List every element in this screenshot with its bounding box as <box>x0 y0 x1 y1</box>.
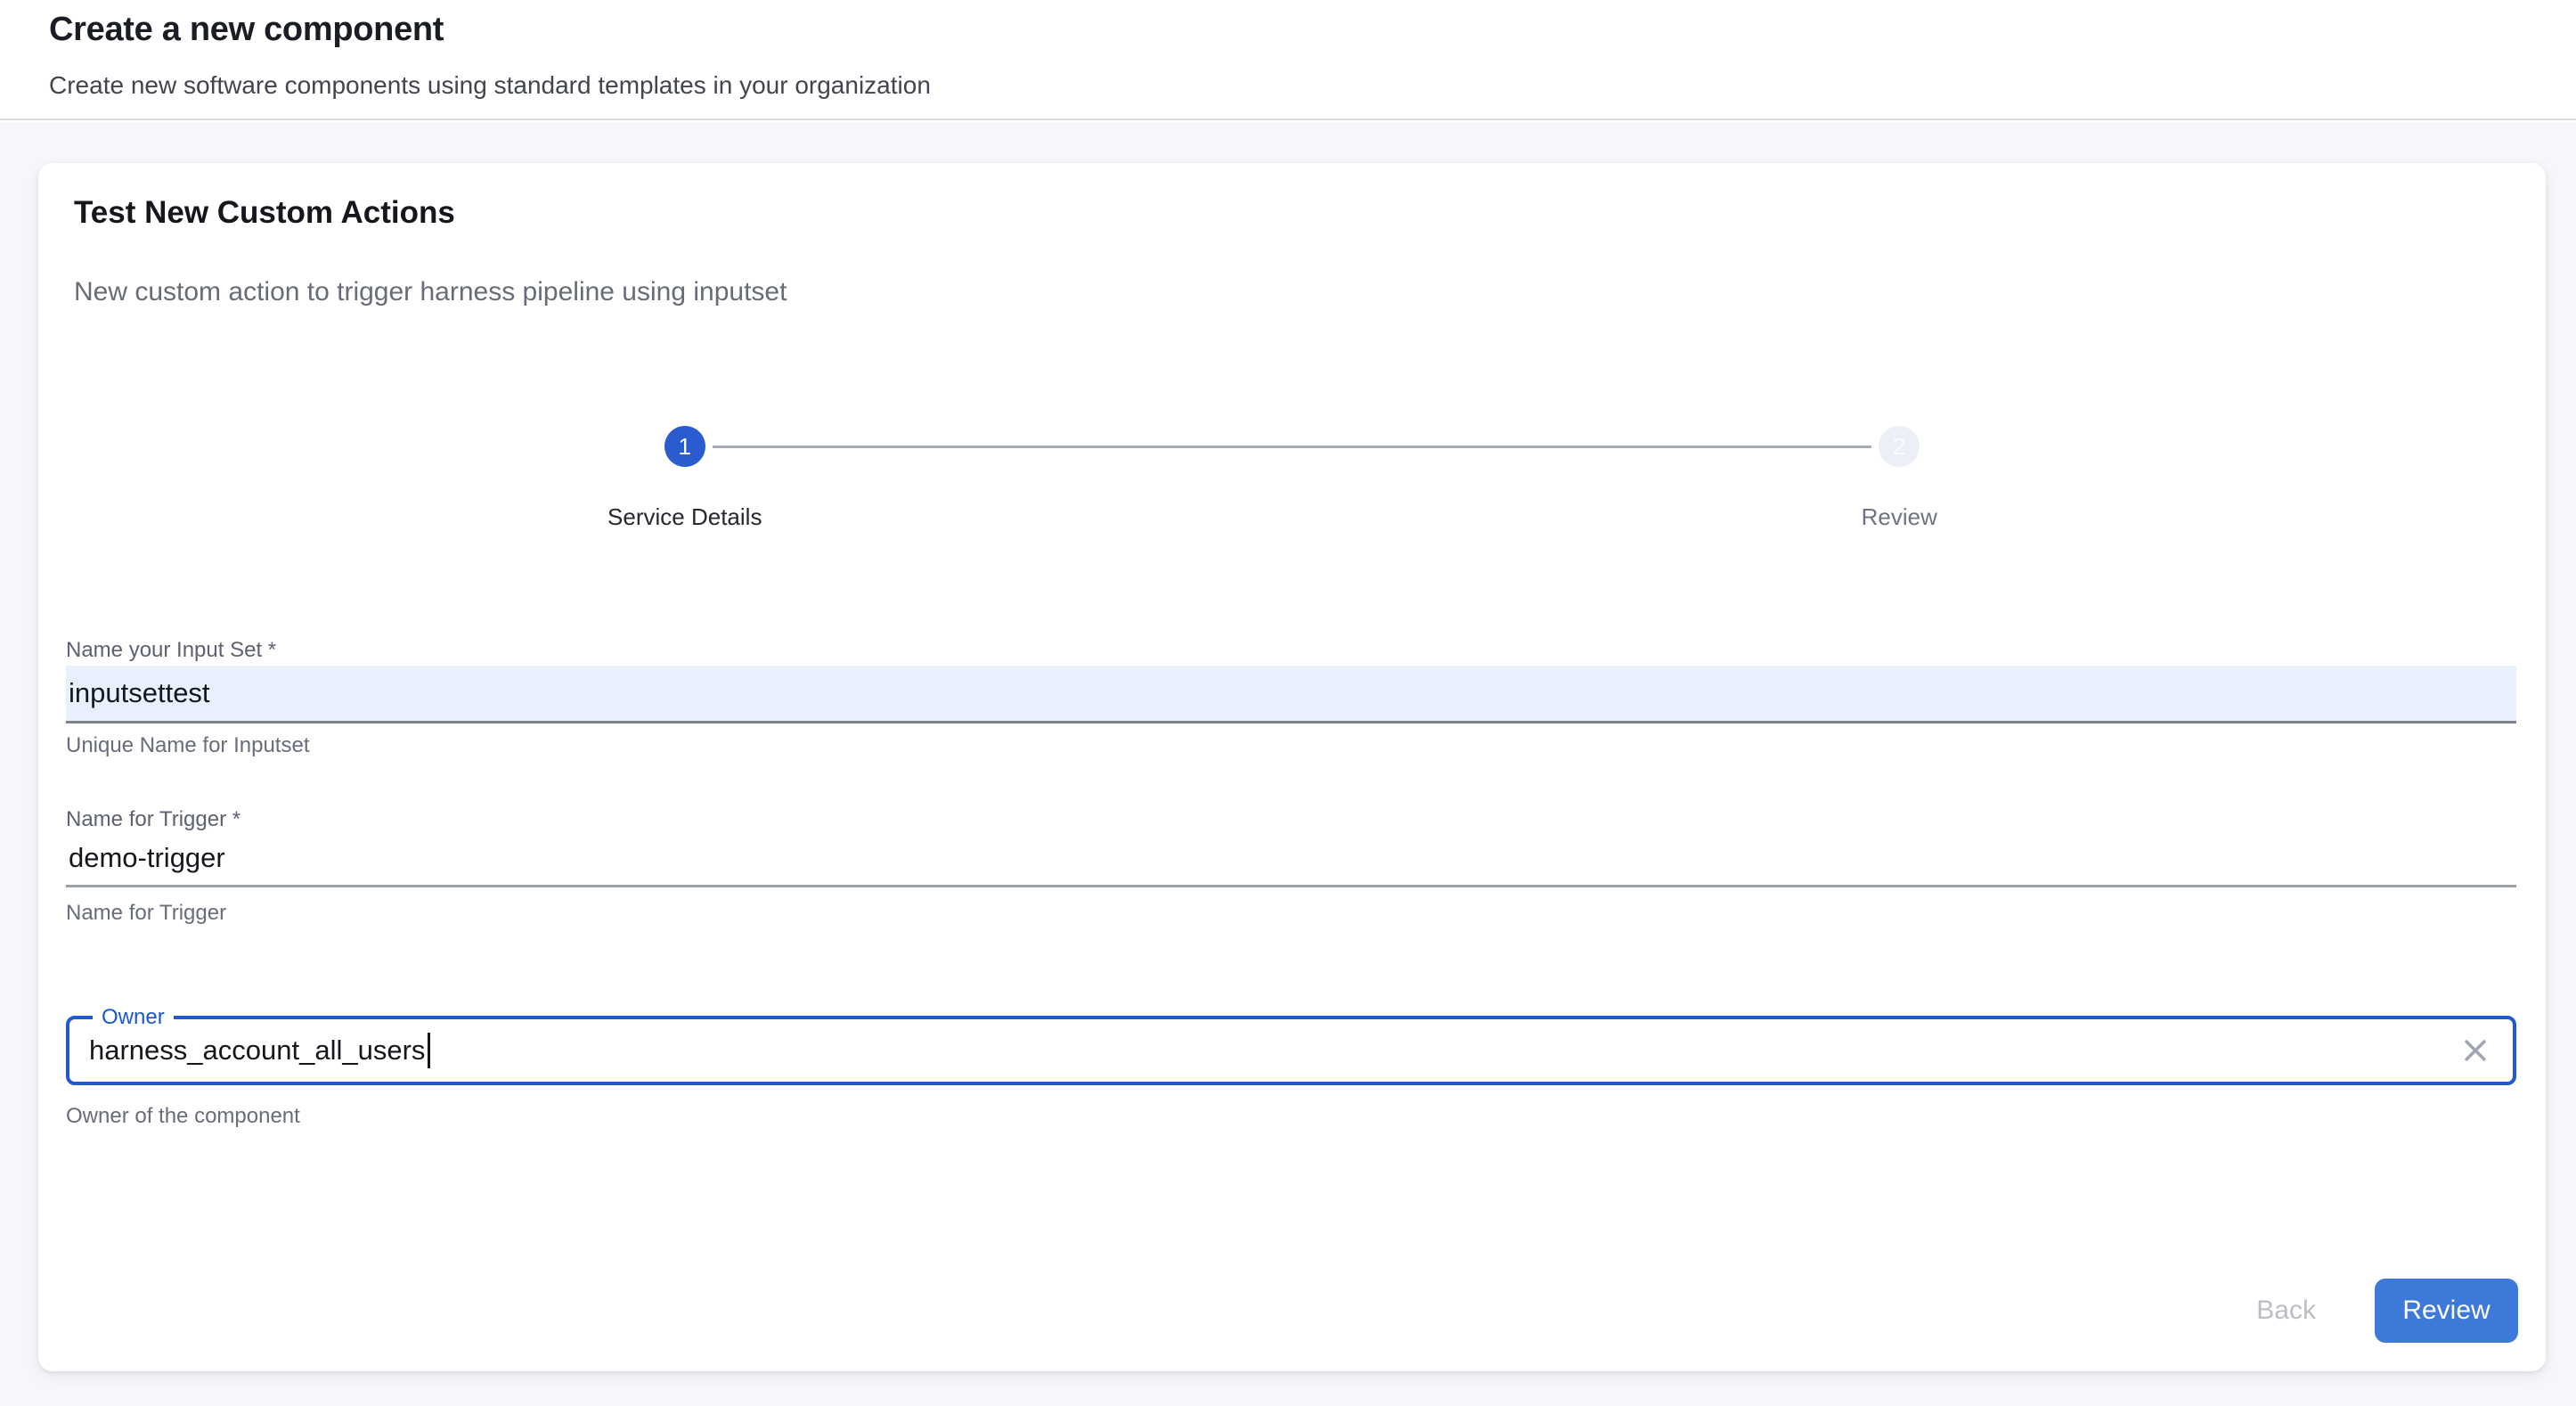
inputset-name-label: Name your Input Set * <box>66 638 276 663</box>
main-content: Test New Custom Actions New custom actio… <box>0 122 2576 1406</box>
trigger-name-helper: Name for Trigger <box>66 901 226 926</box>
trigger-name-value: demo-trigger <box>69 842 225 874</box>
back-button[interactable]: Back <box>2238 1279 2334 1343</box>
wizard-card: Test New Custom Actions New custom actio… <box>38 163 2546 1371</box>
page-title: Create a new component <box>49 11 444 49</box>
clear-icon-glyph <box>2459 1034 2491 1067</box>
stepper: 1 Service Details 2 Review <box>77 426 2507 531</box>
clear-icon[interactable] <box>2458 1033 2493 1068</box>
step-1-icon: 1 <box>664 426 705 467</box>
step-2-icon: 2 <box>1879 426 1920 467</box>
step-1-label: Service Details <box>607 503 762 531</box>
card-title: Test New Custom Actions <box>74 195 455 231</box>
inputset-name-value: inputsettest <box>69 677 210 709</box>
page-header: Create a new component Create new softwa… <box>0 0 2576 120</box>
owner-value: harness_account_all_users <box>89 1034 425 1067</box>
page-subtitle: Create new software components using sta… <box>49 71 931 100</box>
card-subtitle: New custom action to trigger harness pip… <box>74 277 787 307</box>
inputset-name-input[interactable]: inputsettest <box>66 666 2516 723</box>
owner-label: Owner <box>93 1004 174 1031</box>
step-2-label: Review <box>1862 503 1937 531</box>
trigger-name-input[interactable]: demo-trigger <box>66 831 2516 887</box>
step-service-details: 1 Service Details <box>77 426 1292 531</box>
owner-input[interactable]: Owner harness_account_all_users <box>66 1016 2516 1085</box>
owner-helper: Owner of the component <box>66 1104 300 1129</box>
action-buttons: Back Review <box>2238 1279 2518 1343</box>
stepper-connector <box>713 446 1872 448</box>
inputset-name-helper: Unique Name for Inputset <box>66 733 309 758</box>
step-review: 2 Review <box>1292 426 2507 531</box>
text-caret <box>428 1033 430 1068</box>
review-button[interactable]: Review <box>2375 1279 2518 1343</box>
trigger-name-label: Name for Trigger * <box>66 807 240 832</box>
